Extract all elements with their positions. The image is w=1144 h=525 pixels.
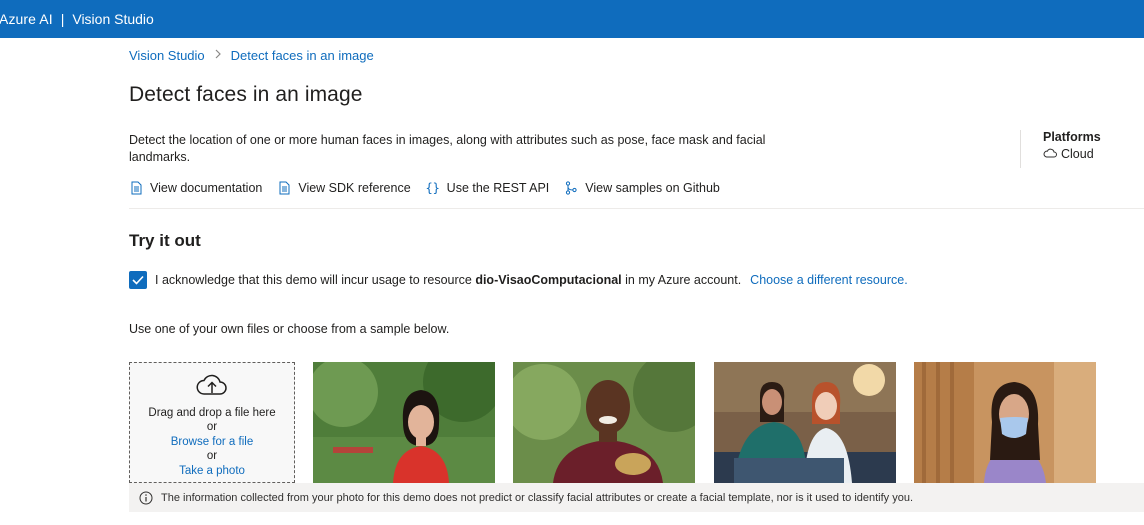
breadcrumb: Vision Studio Detect faces in an image <box>129 48 374 63</box>
view-documentation-link[interactable]: View documentation <box>129 180 262 196</box>
platforms-panel: Platforms Cloud <box>1020 130 1101 168</box>
sample-image-2[interactable] <box>513 362 695 483</box>
acknowledge-checkbox[interactable] <box>129 271 147 289</box>
or-text: or <box>206 421 218 433</box>
platform-item: Cloud <box>1043 147 1101 161</box>
braces-icon: {} <box>425 181 440 195</box>
branch-icon <box>564 180 578 196</box>
checkmark-icon <box>132 275 144 285</box>
sample-image-4[interactable] <box>914 362 1096 483</box>
product-name[interactable]: Vision Studio <box>72 11 153 27</box>
choose-resource-link[interactable]: Choose a different resource. <box>750 273 908 287</box>
privacy-info-bar: The information collected from your phot… <box>129 483 1144 512</box>
page-description: Detect the location of one or more human… <box>129 133 766 164</box>
document-icon <box>129 180 143 196</box>
section-divider <box>129 208 1144 209</box>
link-label: View SDK reference <box>298 181 411 195</box>
brand-label[interactable]: Azure AI <box>0 11 53 27</box>
document-icon <box>277 180 291 196</box>
try-it-out-heading: Try it out <box>129 231 201 250</box>
info-icon <box>139 491 153 505</box>
privacy-info-text: The information collected from your phot… <box>161 491 914 504</box>
top-bar: Azure AI | Vision Studio <box>0 0 1144 38</box>
drag-drop-text: Drag and drop a file here <box>148 406 276 419</box>
breadcrumb-current[interactable]: Detect faces in an image <box>231 48 374 63</box>
browse-file-link[interactable]: Browse for a file <box>171 435 253 450</box>
ack-text-suffix: in my Azure account. <box>625 273 742 287</box>
breadcrumb-root[interactable]: Vision Studio <box>129 48 205 63</box>
link-label: View documentation <box>150 181 263 195</box>
chevron-right-icon <box>214 49 222 62</box>
platforms-title: Platforms <box>1043 130 1101 144</box>
page-title: Detect faces in an image <box>129 83 363 106</box>
take-photo-link[interactable]: Take a photo <box>179 464 245 479</box>
cloud-icon <box>1043 147 1057 161</box>
sample-hint: Use one of your own files or choose from… <box>129 322 450 336</box>
link-label: Use the REST API <box>446 181 550 195</box>
github-samples-link[interactable]: View samples on Github <box>564 180 720 196</box>
link-label: View samples on Github <box>585 181 720 195</box>
header-separator: | <box>60 11 65 27</box>
cloud-upload-icon <box>195 373 229 402</box>
resource-name: dio-VisaoComputacional <box>475 273 622 287</box>
rest-api-link[interactable]: {} Use the REST API <box>425 180 550 196</box>
ack-text-prefix: I acknowledge that this demo will incur … <box>155 273 472 287</box>
view-sdk-reference-link[interactable]: View SDK reference <box>277 180 411 196</box>
acknowledge-row: I acknowledge that this demo will incur … <box>129 271 908 289</box>
sample-image-3[interactable] <box>714 362 896 483</box>
upload-dropzone[interactable]: Drag and drop a file here or Browse for … <box>129 362 295 483</box>
platform-label: Cloud <box>1061 147 1094 161</box>
resource-links: View documentation View SDK reference {}… <box>129 180 735 196</box>
sample-image-1[interactable] <box>313 362 495 483</box>
or-text: or <box>206 450 218 462</box>
